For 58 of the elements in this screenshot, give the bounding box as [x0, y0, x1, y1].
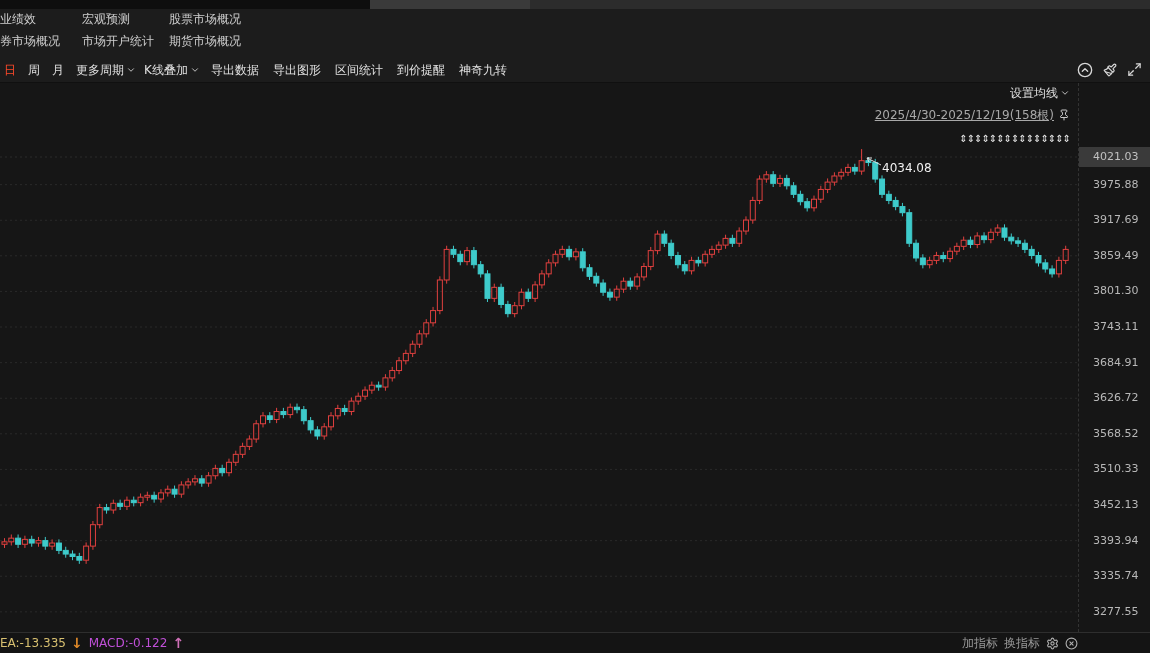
fullscreen-icon[interactable] [1127, 62, 1142, 77]
candlestick [464, 246, 471, 266]
indicator-button[interactable]: 加指标 [962, 634, 998, 652]
brush-icon[interactable] [1103, 62, 1117, 77]
candlestick [572, 247, 579, 261]
current-price-label: 4021.03 [1079, 147, 1150, 167]
trend-arrow: ↓ [70, 633, 83, 653]
menu-link[interactable]: 宏观预测 [82, 12, 169, 27]
axis-label: 3859.49 [1093, 248, 1139, 263]
menu-link[interactable]: 券市场概况 [0, 34, 82, 49]
axis-label: 3684.91 [1093, 355, 1139, 370]
period-tab[interactable]: 日 [0, 60, 24, 79]
trend-arrow: ↑ [172, 633, 185, 653]
menu-link[interactable]: 业绩效 [0, 12, 82, 27]
axis-label: 3393.94 [1093, 533, 1139, 548]
candlestick [566, 245, 573, 261]
axis-label: 3801.30 [1093, 284, 1139, 299]
ma-setting-dropdown[interactable]: 设置均线 [1010, 84, 1070, 102]
toolbar-button[interactable]: 导出图形 [265, 60, 328, 79]
max-price-label: 4034.08 [882, 160, 932, 177]
axis-label: 3917.69 [1093, 213, 1139, 228]
period-tab[interactable]: 月 [48, 60, 72, 79]
pointer-arrow-icon [866, 157, 882, 167]
toolbar-button[interactable]: 到价提醒 [389, 60, 452, 79]
toolbar-button[interactable]: 神奇九转 [451, 60, 514, 79]
candlestick [123, 496, 130, 511]
close-icon[interactable] [1065, 636, 1078, 650]
candlestick [15, 533, 22, 549]
caret-icon [1060, 88, 1070, 98]
axis-label: 3626.72 [1093, 391, 1139, 406]
candlestick [981, 231, 988, 244]
pin-icon[interactable] [1058, 109, 1070, 121]
dropdown-button[interactable]: 更多周期 [72, 60, 140, 79]
menu-link[interactable]: 市场开户统计 [82, 34, 169, 49]
menu-link[interactable]: 期货市场概况 [169, 34, 289, 49]
axis-label: 3568.52 [1093, 426, 1139, 441]
candlestick [117, 499, 124, 511]
marker-row-text: ⇕⇕⇕⇕⇕⇕⇕⇕⇕⇕⇕⇕⇕⇕⇕ [959, 132, 1070, 146]
date-range-link[interactable]: 2025/4/30-2025/12/19(158根) [874, 106, 1054, 124]
axis-label: 3335.74 [1093, 569, 1139, 584]
candlestick [776, 174, 783, 188]
collapse-icon[interactable] [1077, 61, 1093, 78]
indicator-value: EA:-13.335 [0, 635, 66, 652]
axis-label: 3277.55 [1093, 604, 1139, 619]
settings-icon[interactable] [1046, 636, 1059, 650]
axis-label: 3452.13 [1093, 498, 1139, 513]
axis-label: 3510.33 [1093, 462, 1139, 477]
toolbar-button[interactable]: 导出数据 [203, 60, 266, 79]
dropdown-button[interactable]: K线叠加 [140, 60, 204, 79]
candlestick [21, 535, 28, 549]
indicator-button[interactable]: 换指标 [1004, 634, 1040, 652]
indicator-value: MACD:-0.122 [88, 635, 168, 652]
menu-link[interactable]: 股票市场概况 [169, 12, 289, 27]
candlestick [49, 538, 56, 551]
axis-label: 3743.11 [1093, 320, 1139, 334]
toolbar-button[interactable]: 区间统计 [327, 60, 390, 79]
axis-label: 3975.88 [1093, 177, 1139, 192]
period-tab[interactable]: 周 [24, 60, 48, 79]
